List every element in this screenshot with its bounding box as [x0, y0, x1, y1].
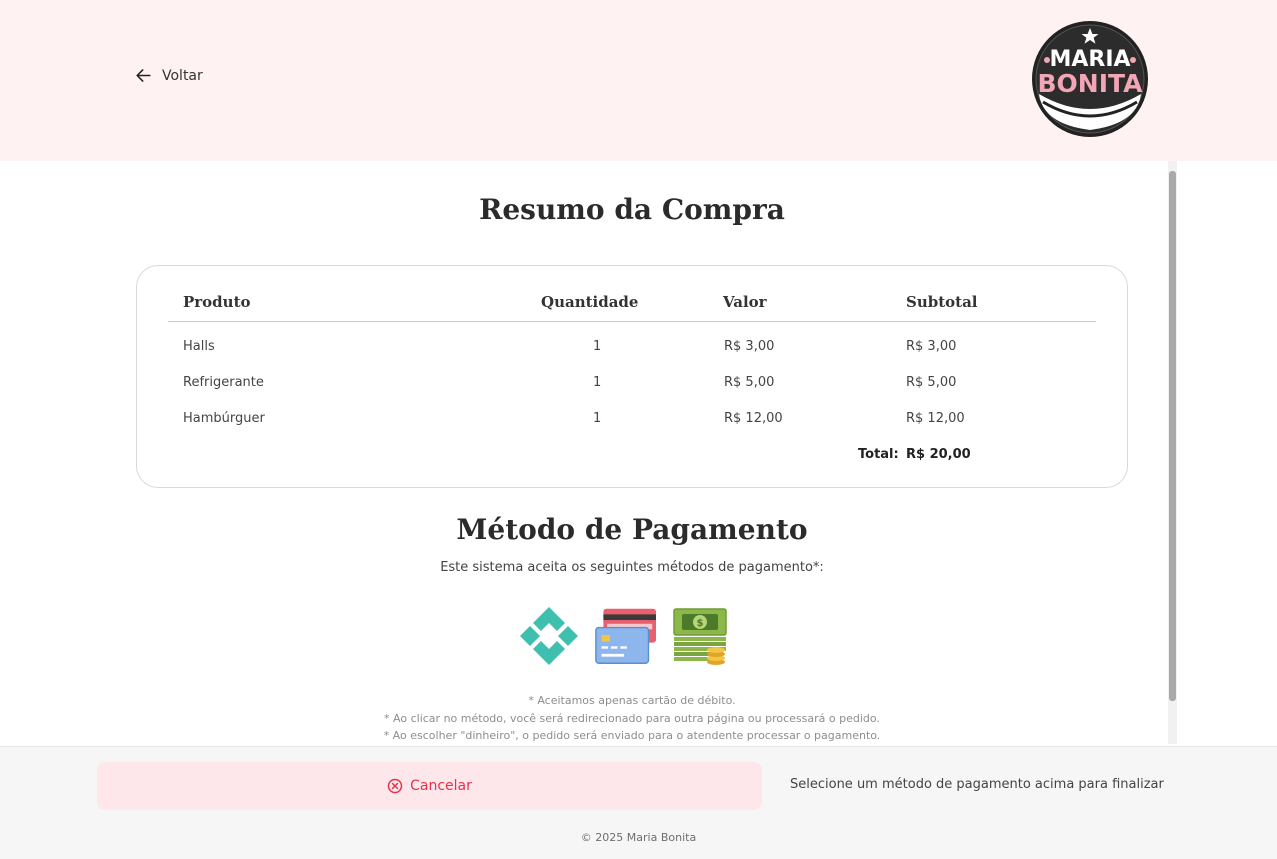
svg-text:$: $: [697, 618, 704, 629]
cell-quantidade: 1: [593, 375, 602, 390]
cell-quantidade: 1: [593, 339, 602, 354]
maria-bonita-logo: MARIA BONITA: [1032, 21, 1148, 137]
header: Voltar MARIA BONITA: [0, 0, 1277, 161]
note-line: * Ao escolher "dinheiro", o pedido será …: [383, 729, 881, 742]
payment-methods: $: [518, 605, 732, 667]
column-header-quantidade: Quantidade: [541, 293, 639, 311]
payment-notes: * Aceitamos apenas cartão de débito. * A…: [0, 692, 1264, 745]
footer: Cancelar Selecione um método de pagament…: [0, 746, 1277, 859]
copyright: © 2025 Maria Bonita: [580, 831, 697, 844]
table-divider: [168, 321, 1096, 322]
order-summary-table: Produto Quantidade Valor Subtotal Halls …: [136, 265, 1128, 488]
cell-subtotal: R$ 12,00: [906, 411, 965, 426]
column-header-valor: Valor: [723, 293, 767, 311]
back-label: Voltar: [162, 67, 203, 84]
credit-card-icon[interactable]: [594, 605, 656, 667]
total-label: Total:: [858, 447, 899, 462]
cancel-circle-icon: [387, 778, 403, 794]
finalize-hint: Selecione um método de pagamento acima p…: [790, 777, 1164, 792]
back-button[interactable]: Voltar: [134, 66, 203, 85]
payment-title: Método de Pagamento: [456, 513, 808, 546]
column-header-produto: Produto: [183, 293, 251, 311]
main-content: Resumo da Compra Produto Quantidade Valo…: [0, 161, 1277, 746]
page-title: Resumo da Compra: [479, 193, 785, 226]
scrollbar[interactable]: [1168, 161, 1177, 744]
column-header-subtotal: Subtotal: [906, 293, 978, 311]
cell-valor: R$ 12,00: [724, 411, 783, 426]
note-line: * Aceitamos apenas cartão de débito.: [528, 694, 736, 707]
payment-subtitle: Este sistema aceita os seguintes métodos…: [440, 560, 824, 575]
cell-produto: Refrigerante: [183, 375, 264, 390]
scrollbar-thumb[interactable]: [1169, 171, 1176, 701]
cell-produto: Halls: [183, 339, 215, 354]
cell-subtotal: R$ 3,00: [906, 339, 957, 354]
cell-valor: R$ 3,00: [724, 339, 775, 354]
cell-subtotal: R$ 5,00: [906, 375, 957, 390]
pix-icon[interactable]: [518, 605, 580, 667]
cell-valor: R$ 5,00: [724, 375, 775, 390]
cell-quantidade: 1: [593, 411, 602, 426]
logo-text-bonita: BONITA: [1038, 69, 1144, 98]
cancel-button[interactable]: Cancelar: [97, 762, 762, 810]
cell-produto: Hambúrguer: [183, 411, 265, 426]
cancel-label: Cancelar: [410, 778, 472, 794]
cash-icon[interactable]: $: [670, 605, 732, 667]
note-line: * Ao clicar no método, você será redirec…: [384, 711, 880, 725]
total-value: R$ 20,00: [906, 447, 971, 462]
arrow-left-icon: [136, 69, 151, 82]
